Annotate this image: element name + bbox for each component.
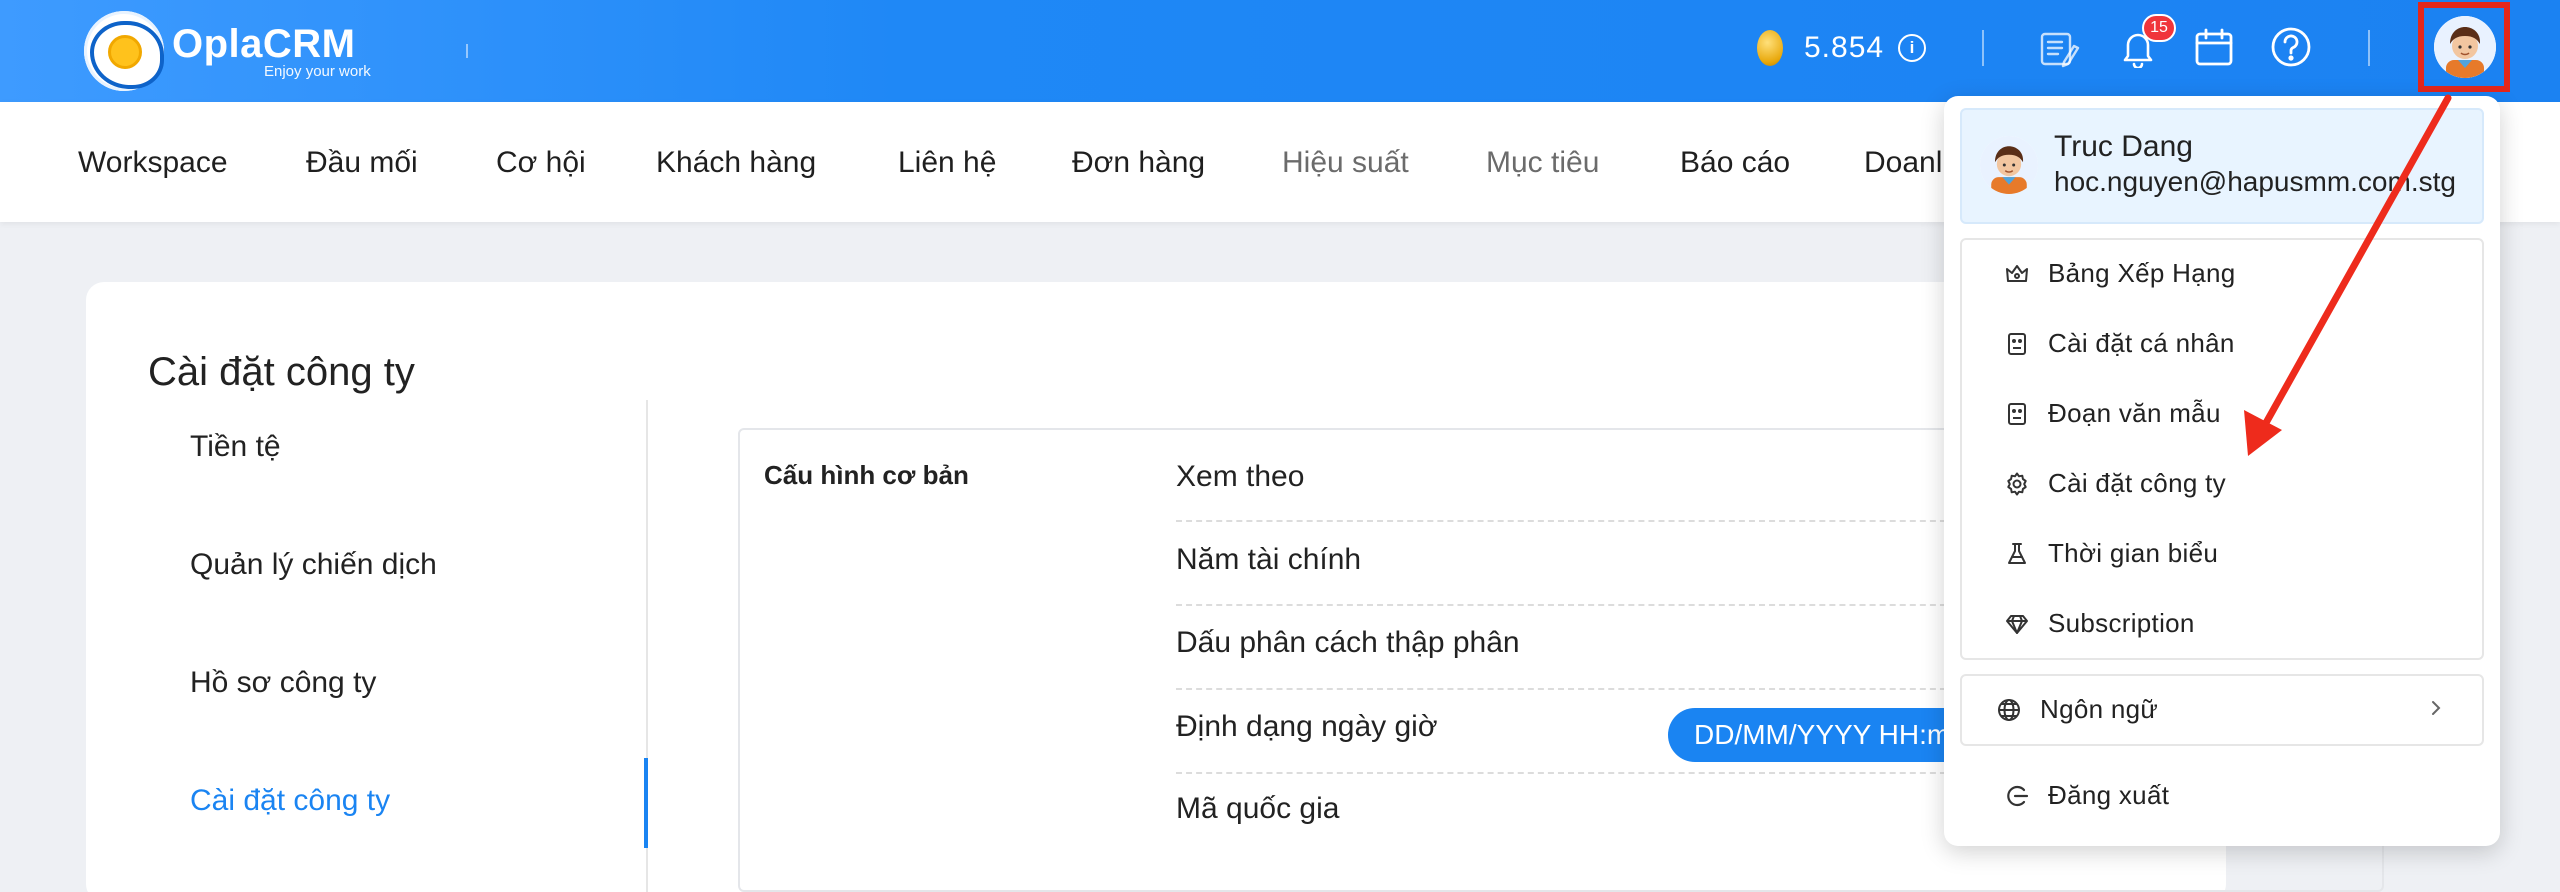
nav-workspace[interactable]: Workspace [78,146,228,180]
sidebar-item-currency[interactable]: Tiền tệ [190,430,281,464]
user-menu-avatar [1980,136,2038,194]
brand-name: OplaCRM [172,21,356,66]
diamond-icon [2006,614,2028,634]
user-email: hoc.nguyen@hapusmm.com.stg [2054,166,2456,197]
menu-item-language[interactable]: Ngôn ngữ [1996,694,2158,725]
menu-item-label: Cài đặt công ty [2048,468,2226,498]
clipboard-icon[interactable] [2038,28,2082,73]
coin-balance: 5.854 [1804,31,1885,64]
page-title: Cài đặt công ty [148,350,415,394]
flask-icon [2008,542,2026,564]
row-divider [1176,520,1956,522]
sidebar-item-campaigns[interactable]: Quản lý chiến dịch [190,548,437,582]
notification-badge: 15 [2142,14,2176,42]
nav-reports[interactable]: Báo cáo [1680,146,1790,180]
row-divider [1176,772,1956,774]
menu-item-label: Đoạn văn mẫu [2048,398,2221,428]
nav-performance[interactable]: Hiệu suất [1282,146,1409,180]
sidebar-active-indicator [644,758,648,848]
personal-settings-icon [2008,332,2026,355]
row-label-country-code: Mã quốc gia [1176,792,1340,825]
row-label-view-by: Xem theo [1176,460,1305,493]
coin-icon [1757,30,1783,66]
template-text-icon [2008,402,2026,425]
gear-icon [2007,472,2027,495]
menu-item-label: Thời gian biểu [2048,538,2219,568]
help-icon[interactable] [2270,26,2312,73]
section-title: Cấu hình cơ bản [764,460,969,490]
avatar [2434,16,2496,78]
row-label-decimal-separator: Dấu phân cách thập phân [1176,626,1520,659]
sidebar-item-company-profile[interactable]: Hồ sơ công ty [190,666,376,700]
menu-item-label: Subscription [2048,608,2195,638]
nav-orders[interactable]: Đơn hàng [1072,146,1205,180]
nav-leads[interactable]: Đầu mối [306,146,418,180]
chevron-right-icon [2428,696,2444,725]
menu-item-company-settings[interactable]: Cài đặt công ty [2004,468,2226,499]
user-name: Truc Dang [2054,130,2193,163]
header-divider [2368,30,2370,66]
header-divider [1982,30,1984,66]
menu-item-logout[interactable]: Đăng xuất [2004,780,2169,811]
brand-logo[interactable]: OplaCRM Enjoy your work [84,8,371,94]
menu-item-label: Cài đặt cá nhân [2048,328,2235,358]
logout-icon [2007,785,2029,806]
menu-item-label: Ngôn ngữ [2040,694,2159,724]
ranking-crown-icon [2006,264,2028,282]
user-avatar-button[interactable] [2418,2,2510,92]
brand-tagline: Enjoy your work [264,62,371,80]
user-menu-group [1960,238,2484,660]
calendar-icon[interactable] [2194,28,2234,73]
menu-item-label: Bảng Xếp Hạng [2048,258,2236,288]
nav-opportunities[interactable]: Cơ hội [496,146,586,180]
globe-icon [1998,698,2020,721]
menu-item-ranking[interactable]: Bảng Xếp Hạng [2004,258,2236,289]
row-label-datetime-format: Định dạng ngày giờ [1176,710,1438,743]
row-label-fiscal-year: Năm tài chính [1176,543,1362,576]
nav-customers[interactable]: Khách hàng [656,146,816,180]
nav-contacts[interactable]: Liên hệ [898,146,996,180]
sidebar-item-company-settings[interactable]: Cài đặt công ty [190,784,390,818]
header-divider [466,44,468,58]
row-divider [1176,604,1956,606]
menu-item-subscription[interactable]: Subscription [2004,608,2195,639]
nav-revenue[interactable]: Doanl [1864,146,1942,180]
info-icon[interactable]: i [1898,34,1926,62]
menu-item-text-templates[interactable]: Đoạn văn mẫu [2004,398,2221,429]
menu-item-personal-settings[interactable]: Cài đặt cá nhân [2004,328,2235,359]
egg-logo-icon [84,11,164,91]
row-divider [1176,688,1956,690]
top-header: OplaCRM Enjoy your work 5.854 i 15 [0,0,2560,102]
menu-item-timetable[interactable]: Thời gian biểu [2004,538,2218,569]
menu-item-label: Đăng xuất [2048,780,2170,810]
nav-goals[interactable]: Mục tiêu [1486,146,1599,180]
